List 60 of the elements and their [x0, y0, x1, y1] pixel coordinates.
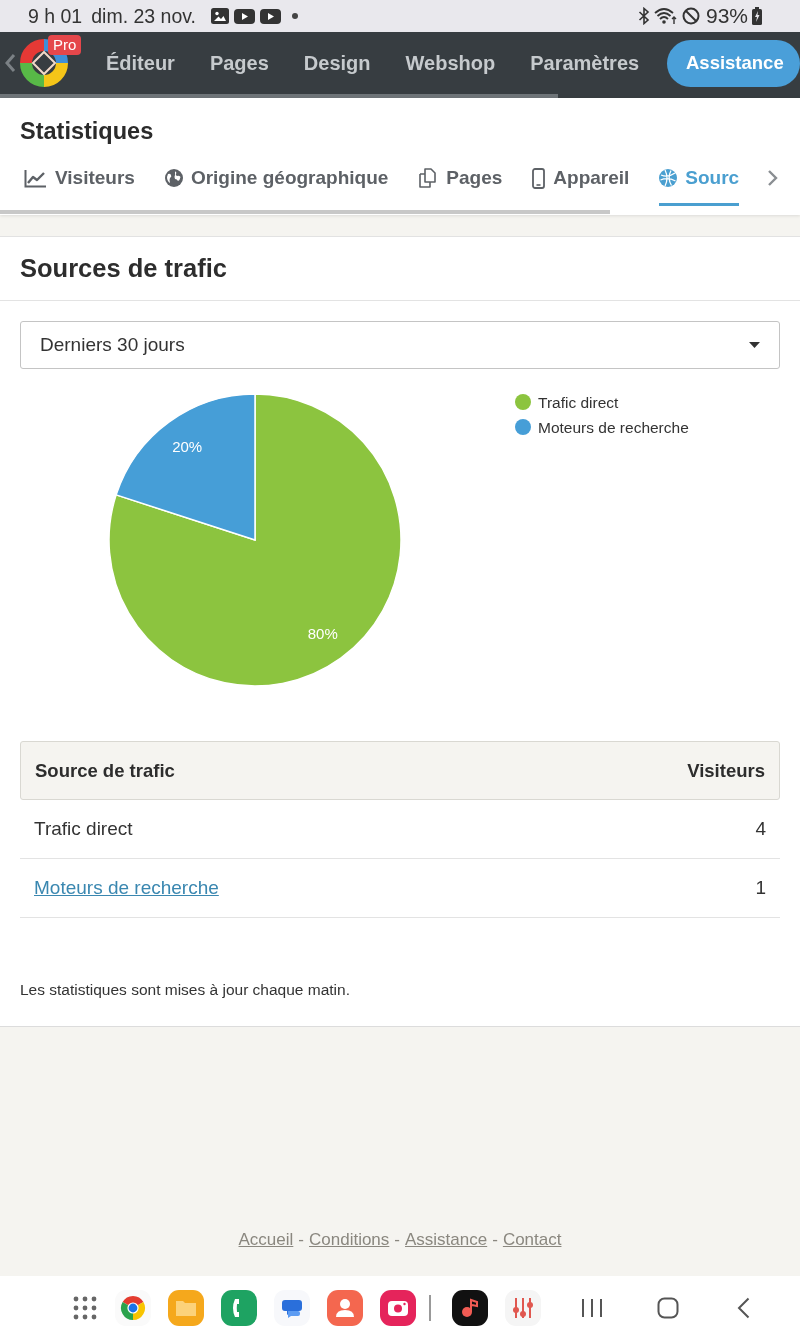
- chevron-right-icon[interactable]: [767, 169, 778, 187]
- slice-label: 20%: [172, 438, 203, 456]
- separator-text: -: [298, 1230, 304, 1250]
- line-chart-icon: [24, 168, 47, 188]
- equalizer-icon[interactable]: [505, 1290, 541, 1326]
- legend-label: Moteurs de recherche: [538, 418, 689, 436]
- play-icon: [260, 8, 281, 24]
- footer-link[interactable]: Contact: [502, 1230, 562, 1250]
- phone-icon[interactable]: [221, 1290, 257, 1326]
- legend-label: Trafic direct: [538, 393, 619, 411]
- bluetooth-icon: [637, 7, 650, 25]
- gallery-icon: [211, 8, 229, 24]
- battery-percent: 93%: [705, 4, 748, 28]
- footer-link[interactable]: Assistance: [405, 1230, 488, 1250]
- nav-link[interactable]: Design: [303, 51, 371, 75]
- camera-icon[interactable]: [380, 1290, 416, 1326]
- recent-apps-icon[interactable]: [581, 1298, 603, 1318]
- nav-link[interactable]: Éditeur: [106, 51, 175, 75]
- nav-link[interactable]: Webshop: [405, 51, 496, 75]
- tab[interactable]: Visiteurs: [24, 150, 135, 206]
- table-cell: 4: [755, 818, 766, 840]
- status-time: 9 h 01: [28, 4, 83, 28]
- tab[interactable]: Origine géographique: [164, 150, 389, 206]
- home-icon[interactable]: [657, 1297, 679, 1319]
- nav-link[interactable]: Paramètres: [530, 51, 640, 75]
- apps-grid-icon[interactable]: [73, 1296, 97, 1320]
- contact-icon[interactable]: [327, 1290, 363, 1326]
- update-note: Les statistiques sont mises à jour chaque matin.: [20, 980, 351, 1000]
- globe-icon: [659, 169, 678, 187]
- section-title: Sources de trafic: [20, 254, 227, 283]
- notification-dot-icon: [292, 13, 298, 19]
- tab[interactable]: Pages: [418, 150, 503, 206]
- play-icon: [234, 8, 255, 24]
- footer-link[interactable]: Conditions: [309, 1230, 390, 1250]
- column-header: Source de trafic: [35, 759, 175, 782]
- mobile-phone-icon: [532, 167, 546, 189]
- status-date: dim. 23 nov.: [91, 4, 196, 28]
- blocked-icon: [681, 7, 700, 25]
- wifi-icon: [653, 7, 678, 25]
- separator-text: -: [492, 1230, 498, 1250]
- footer-link[interactable]: Accueil: [238, 1230, 294, 1250]
- tab[interactable]: Appareil: [532, 150, 630, 206]
- globe-icon: [164, 169, 183, 187]
- chat-icon[interactable]: [274, 1290, 310, 1326]
- back-icon[interactable]: [737, 1297, 750, 1319]
- copy-icon: [418, 168, 439, 188]
- battery-icon: [752, 7, 762, 25]
- source-link[interactable]: Moteurs de recherche: [34, 877, 219, 899]
- table-cell: Trafic direct: [34, 818, 133, 840]
- chevron-left-icon[interactable]: [5, 53, 16, 73]
- caret-icon: [749, 342, 760, 348]
- nav-link[interactable]: Pages: [209, 51, 269, 75]
- slice-label: 80%: [307, 624, 338, 642]
- pro-badge: Pro: [48, 35, 82, 55]
- separator-text: -: [394, 1230, 400, 1250]
- music-icon[interactable]: [452, 1290, 488, 1326]
- table-cell: 1: [755, 877, 766, 899]
- page-title: Statistiques: [19, 117, 155, 146]
- column-header: Visiteurs: [687, 759, 765, 782]
- period-dropdown[interactable]: Derniers 30 jours: [20, 321, 780, 369]
